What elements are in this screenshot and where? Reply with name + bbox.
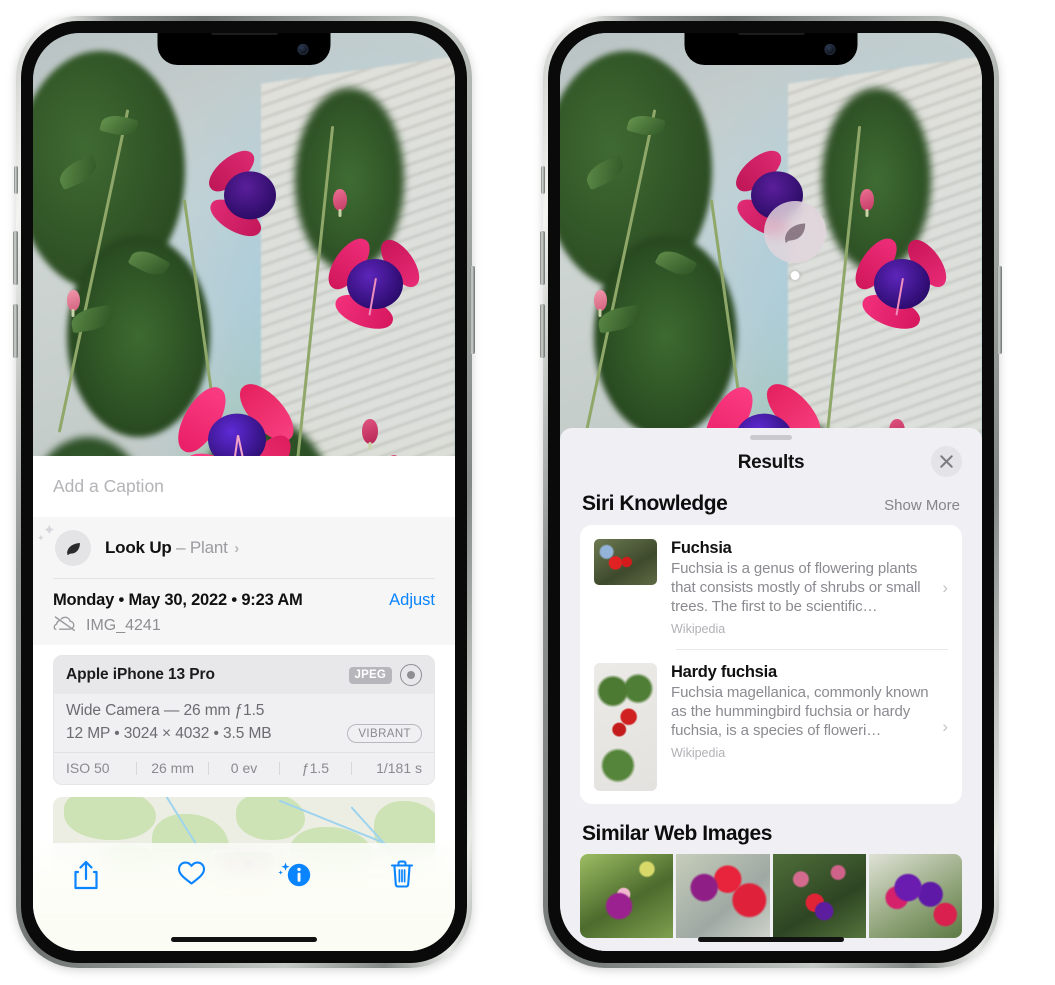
siri-knowledge-card: Fuchsia Fuchsia is a genus of flowering … — [580, 525, 962, 804]
photo-toolbar — [33, 843, 455, 951]
power-button[interactable] — [997, 266, 1002, 354]
siri-knowledge-header: Siri Knowledge Show More — [560, 486, 982, 525]
section-title: Siri Knowledge — [582, 492, 728, 515]
home-indicator[interactable] — [171, 937, 317, 942]
home-indicator[interactable] — [698, 937, 844, 942]
heart-icon — [177, 861, 205, 885]
knowledge-thumbnail — [594, 663, 657, 791]
exif-aperture: ƒ1.5 — [301, 760, 330, 776]
trash-icon — [391, 860, 414, 888]
info-sparkle-icon — [278, 862, 310, 887]
list-item[interactable]: Hardy fuchsia Fuchsia magellanica, commo… — [580, 649, 962, 804]
exif-shutter: 1/181 s — [376, 760, 423, 776]
list-item[interactable]: Fuchsia Fuchsia is a genus of flowering … — [580, 525, 962, 649]
iphone-device-right: Results Siri Knowledge Show More Fuchsia… — [540, 16, 1002, 968]
similar-image-2[interactable] — [676, 854, 770, 938]
screenshot-root: Add a Caption ✦ ✦ Look Up – Plant › Mond… — [0, 0, 1055, 985]
camera-card-header: Apple iPhone 13 Pro JPEG — [54, 656, 434, 694]
sparkle-small-icon: ✦ — [37, 533, 45, 543]
look-up-label: Look Up – Plant › — [105, 538, 239, 558]
earpiece-speaker — [737, 33, 805, 35]
front-camera — [824, 44, 836, 55]
silent-switch[interactable] — [14, 166, 18, 194]
device-bezel: Results Siri Knowledge Show More Fuchsia… — [548, 21, 994, 963]
knowledge-source: Wikipedia — [671, 622, 726, 636]
camera-card-body: Wide Camera — 26 mm ƒ1.5 12 MP • 3024 × … — [54, 694, 434, 752]
photo-metadata: Monday • May 30, 2022 • 9:23 AM Adjust I… — [33, 579, 455, 645]
format-badge: JPEG — [348, 666, 392, 684]
silent-switch[interactable] — [541, 166, 545, 194]
device-bezel: Add a Caption ✦ ✦ Look Up – Plant › Mond… — [21, 21, 467, 963]
favorite-button[interactable] — [139, 859, 245, 887]
look-up-title: Look Up — [105, 538, 172, 557]
results-header: Results — [560, 440, 982, 486]
camera-model: Apple iPhone 13 Pro — [66, 666, 215, 683]
similar-image-1[interactable] — [580, 854, 674, 938]
front-camera — [297, 44, 309, 55]
visual-lookup-badge[interactable] — [764, 201, 826, 263]
knowledge-description: Fuchsia magellanica, commonly known as t… — [671, 684, 929, 739]
chevron-right-icon: › — [942, 717, 948, 736]
volume-down-button[interactable] — [13, 304, 18, 358]
exif-ev: 0 ev — [230, 760, 258, 776]
icloud-slash-icon — [53, 615, 77, 637]
close-icon — [940, 455, 953, 468]
show-more-button[interactable]: Show More — [884, 497, 960, 514]
knowledge-thumbnail — [594, 539, 657, 585]
caption-input[interactable]: Add a Caption — [33, 456, 455, 517]
leaf-icon: ✦ ✦ — [37, 523, 91, 566]
device-notch — [684, 33, 858, 65]
share-button[interactable] — [33, 859, 139, 891]
volume-up-button[interactable] — [13, 231, 18, 285]
iphone-device-left: Add a Caption ✦ ✦ Look Up – Plant › Mond… — [13, 16, 475, 968]
knowledge-title: Hardy fuchsia — [671, 663, 777, 681]
share-icon — [74, 860, 98, 890]
similar-images-row[interactable] — [560, 854, 982, 938]
raw-circle-icon — [400, 664, 422, 686]
exif-iso: ISO 50 — [66, 760, 110, 776]
delete-button[interactable] — [350, 859, 456, 889]
profile-badge: VIBRANT — [347, 724, 422, 743]
device-screen-left: Add a Caption ✦ ✦ Look Up – Plant › Mond… — [33, 33, 455, 951]
camera-info-card: Apple iPhone 13 Pro JPEG Wide Camera — 2… — [53, 655, 435, 785]
knowledge-source: Wikipedia — [671, 746, 726, 760]
photo-date: Monday • May 30, 2022 • 9:23 AM — [53, 591, 303, 609]
close-button[interactable] — [931, 446, 962, 477]
chevron-right-icon: › — [942, 577, 948, 597]
similar-web-images-header: Similar Web Images — [560, 804, 982, 854]
leaf-icon — [785, 223, 806, 243]
device-notch — [157, 33, 331, 65]
knowledge-title: Fuchsia — [671, 539, 732, 557]
power-button[interactable] — [470, 266, 475, 354]
exif-row: ISO 50 26 mm 0 ev ƒ1.5 1/181 s — [54, 752, 434, 784]
volume-up-button[interactable] — [540, 231, 545, 285]
look-up-dash: – — [176, 538, 186, 557]
look-up-row[interactable]: ✦ ✦ Look Up – Plant › — [33, 517, 455, 579]
knowledge-description: Fuchsia is a genus of flowering plants t… — [671, 560, 921, 615]
camera-lens: Wide Camera — 26 mm ƒ1.5 — [66, 702, 265, 719]
results-sheet: Results Siri Knowledge Show More Fuchsia… — [560, 428, 982, 951]
chevron-right-icon: › — [234, 540, 239, 557]
device-screen-right: Results Siri Knowledge Show More Fuchsia… — [560, 33, 982, 951]
info-button[interactable] — [244, 859, 350, 891]
similar-image-3[interactable] — [772, 854, 866, 938]
volume-down-button[interactable] — [540, 304, 545, 358]
section-title: Similar Web Images — [582, 822, 772, 845]
photo-filename: IMG_4241 — [86, 617, 161, 634]
results-title: Results — [737, 452, 805, 473]
exif-focal: 26 mm — [151, 760, 194, 776]
look-up-subject: Plant — [189, 538, 228, 557]
camera-specs: 12 MP • 3024 × 4032 • 3.5 MB — [66, 724, 272, 742]
similar-image-4[interactable] — [868, 854, 962, 938]
earpiece-speaker — [210, 33, 278, 35]
adjust-button[interactable]: Adjust — [389, 591, 435, 610]
